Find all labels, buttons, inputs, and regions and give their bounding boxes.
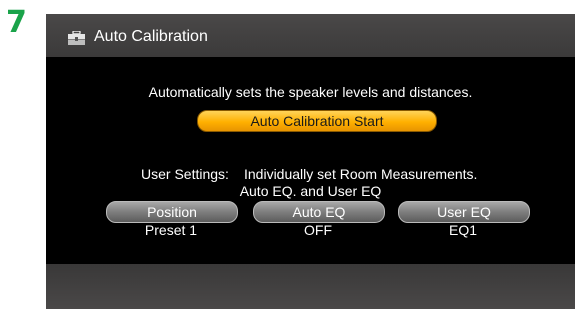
step-number: 7: [6, 5, 27, 40]
auto-eq-button[interactable]: Auto EQ: [253, 201, 385, 223]
toolbox-icon: [68, 31, 85, 45]
description-text: Automatically sets the speaker levels an…: [148, 84, 473, 100]
calibration-screen: Auto Calibration Automatically sets the …: [46, 14, 575, 309]
auto-calibration-start-button[interactable]: Auto Calibration Start: [197, 110, 437, 132]
auto-eq-value: OFF: [304, 222, 332, 238]
user-eq-button[interactable]: User EQ: [398, 201, 530, 223]
title-bar: Auto Calibration: [46, 14, 575, 57]
page-title: Auto Calibration: [94, 28, 208, 45]
user-eq-value: EQ1: [448, 222, 477, 238]
user-settings-desc-line1: Individually set Room Measurements.: [244, 166, 478, 182]
user-settings-description: Individually set Room Measurements.: [244, 166, 477, 183]
user-settings-desc-line2: Auto EQ. and User EQ: [239, 183, 382, 199]
bottom-bar: [46, 264, 575, 309]
position-button[interactable]: Position: [106, 201, 238, 223]
position-value: Preset 1: [144, 222, 198, 238]
user-settings-label: User Settings:: [141, 166, 229, 182]
